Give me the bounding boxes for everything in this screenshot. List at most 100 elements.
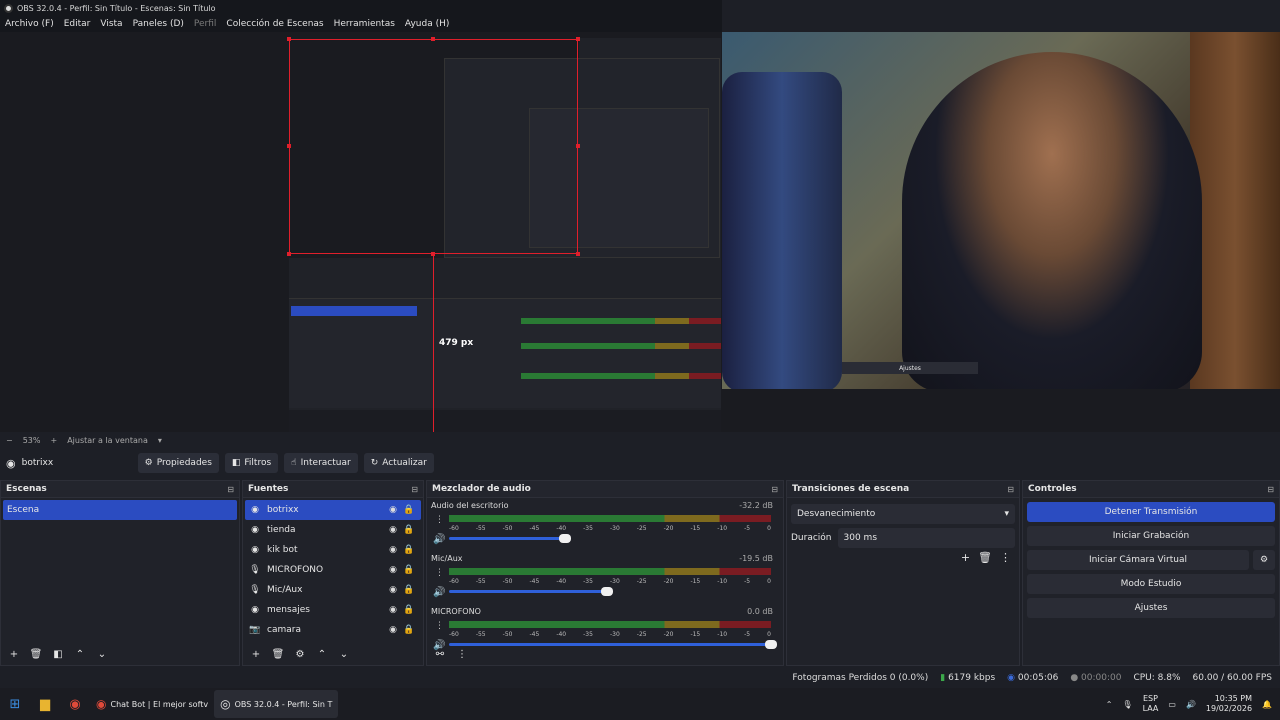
speaker-icon[interactable]: 🔊 — [433, 587, 445, 598]
settings-button[interactable]: Ajustes — [1027, 598, 1275, 618]
resize-handle[interactable] — [431, 252, 435, 256]
taskbar-app-chatbot[interactable]: ◉ Chat Bot | El mejor softv — [90, 690, 214, 718]
source-item[interactable]: ◉ tienda ◉ 🔒 — [245, 520, 421, 540]
arrow-down-icon[interactable]: ⌄ — [93, 649, 111, 660]
filter-icon[interactable]: ◧ — [49, 649, 67, 660]
gear-icon[interactable]: ⚙ — [291, 649, 309, 660]
source-item[interactable]: ◉ kik bot ◉ 🔒 — [245, 540, 421, 560]
studio-mode-button[interactable]: Modo Estudio — [1027, 574, 1275, 594]
undock-icon[interactable]: ⊟ — [1007, 485, 1014, 494]
preview-canvas[interactable]: 479 px Ajustes — [0, 32, 1280, 432]
lock-icon[interactable]: 🔒 — [401, 605, 417, 615]
eye-icon[interactable]: ◉ — [385, 625, 401, 635]
chevron-down-icon[interactable]: ▾ — [158, 436, 162, 445]
lock-icon[interactable]: 🔒 — [401, 625, 417, 635]
menu-ayuda[interactable]: Ayuda (H) — [400, 19, 454, 29]
volume-slider[interactable] — [449, 587, 613, 596]
resize-handle[interactable] — [431, 37, 435, 41]
scene-item[interactable]: Escena — [3, 500, 237, 520]
arrow-up-icon[interactable]: ⌃ — [313, 649, 331, 660]
volume-knob[interactable] — [601, 587, 613, 596]
add-icon[interactable]: + — [247, 649, 265, 660]
notification-icon[interactable]: 🔔 — [1262, 700, 1272, 709]
start-recording-button[interactable]: Iniciar Grabación — [1027, 526, 1275, 546]
more-icon[interactable]: ⋮ — [1000, 551, 1011, 564]
add-icon[interactable]: + — [961, 551, 970, 564]
eye-icon[interactable]: ◉ — [385, 565, 401, 575]
menu-coleccion[interactable]: Colección de Escenas — [221, 19, 328, 29]
trash-icon[interactable]: 🗑 — [269, 649, 287, 660]
transition-select[interactable]: Desvanecimiento ▾ — [791, 504, 1015, 524]
windows-start-icon[interactable]: ⊞ — [4, 693, 26, 715]
file-explorer-icon[interactable]: ▆ — [34, 693, 56, 715]
eye-icon[interactable]: ◉ — [385, 585, 401, 595]
lock-icon[interactable]: 🔒 — [401, 585, 417, 595]
chrome-icon[interactable]: ◉ — [64, 693, 86, 715]
mic-icon[interactable]: 🎙 — [1122, 700, 1132, 709]
volume-knob[interactable] — [559, 534, 571, 543]
resize-handle[interactable] — [576, 252, 580, 256]
clock[interactable]: 10:35 PM 19/02/2026 — [1206, 694, 1252, 714]
refresh-button[interactable]: ↻ Actualizar — [363, 453, 434, 473]
lock-icon[interactable]: 🔒 — [401, 505, 417, 515]
zoom-out-button[interactable]: − — [6, 436, 13, 445]
eye-icon[interactable]: ◉ — [385, 545, 401, 555]
virtual-camera-button[interactable]: Iniciar Cámara Virtual — [1027, 550, 1249, 570]
speaker-icon[interactable]: 🔊 — [433, 534, 445, 545]
source-item[interactable]: ◉ botrixx ◉ 🔒 — [245, 500, 421, 520]
lock-icon[interactable]: 🔒 — [401, 525, 417, 535]
network-icon[interactable]: ▭ — [1168, 700, 1176, 709]
zoom-in-button[interactable]: + — [50, 436, 57, 445]
more-icon[interactable]: ⋮ — [453, 649, 471, 660]
lock-icon[interactable]: 🔒 — [401, 565, 417, 575]
lock-icon[interactable]: 🔒 — [401, 545, 417, 555]
properties-button[interactable]: ⚙ Propiedades — [137, 453, 219, 473]
fit-window[interactable]: Ajustar a la ventana — [67, 436, 148, 445]
selection-box[interactable] — [289, 39, 578, 254]
arrow-up-icon[interactable]: ⌃ — [71, 649, 89, 660]
source-item[interactable]: ◉ mensajes ◉ 🔒 — [245, 600, 421, 620]
filters-button[interactable]: ◧ Filtros — [224, 453, 279, 473]
menu-paneles[interactable]: Paneles (D) — [128, 19, 189, 29]
volume-icon[interactable]: 🔊 — [1186, 700, 1196, 709]
undock-icon[interactable]: ⊟ — [1267, 485, 1274, 494]
menu-herramientas[interactable]: Herramientas — [329, 19, 400, 29]
trash-icon[interactable]: 🗑 — [978, 551, 992, 564]
arrow-down-icon[interactable]: ⌄ — [335, 649, 353, 660]
taskbar-app-obs[interactable]: ◎ OBS 32.0.4 - Perfil: Sin T — [214, 690, 339, 718]
more-icon[interactable]: ⋮ — [435, 568, 444, 578]
more-icon[interactable]: ⋮ — [435, 515, 444, 525]
source-item[interactable]: 🎙 Mic/Aux ◉ 🔒 — [245, 580, 421, 600]
resize-handle[interactable] — [287, 252, 291, 256]
stop-stream-button[interactable]: Detener Transmisión — [1027, 502, 1275, 522]
taskbar-app-label: Chat Bot | El mejor softv — [110, 699, 209, 709]
resize-handle[interactable] — [287, 37, 291, 41]
menu-archivo[interactable]: Archivo (F) — [0, 19, 59, 29]
link-icon[interactable]: ⚯ — [431, 649, 449, 660]
language-indicator[interactable]: ESP LAA — [1143, 694, 1159, 714]
trash-icon[interactable]: 🗑 — [27, 649, 45, 660]
resize-handle[interactable] — [576, 144, 580, 148]
volume-slider[interactable] — [449, 534, 571, 543]
menu-perfil[interactable]: Perfil — [189, 19, 222, 29]
duration-input[interactable]: 300 ms — [837, 528, 1015, 548]
undock-icon[interactable]: ⊟ — [771, 485, 778, 494]
eye-icon[interactable]: ◉ — [385, 505, 401, 515]
eye-icon[interactable]: ◉ — [385, 605, 401, 615]
volume-slider[interactable] — [449, 640, 777, 649]
resize-handle[interactable] — [576, 37, 580, 41]
gear-icon[interactable]: ⚙ — [1253, 550, 1275, 570]
chevron-up-icon[interactable]: ⌃ — [1106, 700, 1113, 709]
eye-icon[interactable]: ◉ — [385, 525, 401, 535]
more-icon[interactable]: ⋮ — [435, 621, 444, 631]
source-item[interactable]: 📷 camara ◉ 🔒 — [245, 620, 421, 640]
menu-vista[interactable]: Vista — [95, 19, 127, 29]
add-icon[interactable]: + — [5, 649, 23, 660]
volume-knob[interactable] — [765, 640, 777, 649]
menu-editar[interactable]: Editar — [59, 19, 96, 29]
source-item[interactable]: 🎙 MICROFONO ◉ 🔒 — [245, 560, 421, 580]
interact-button[interactable]: ☝ Interactuar — [284, 453, 358, 473]
resize-handle[interactable] — [287, 144, 291, 148]
undock-icon[interactable]: ⊟ — [227, 485, 234, 494]
undock-icon[interactable]: ⊟ — [411, 485, 418, 494]
